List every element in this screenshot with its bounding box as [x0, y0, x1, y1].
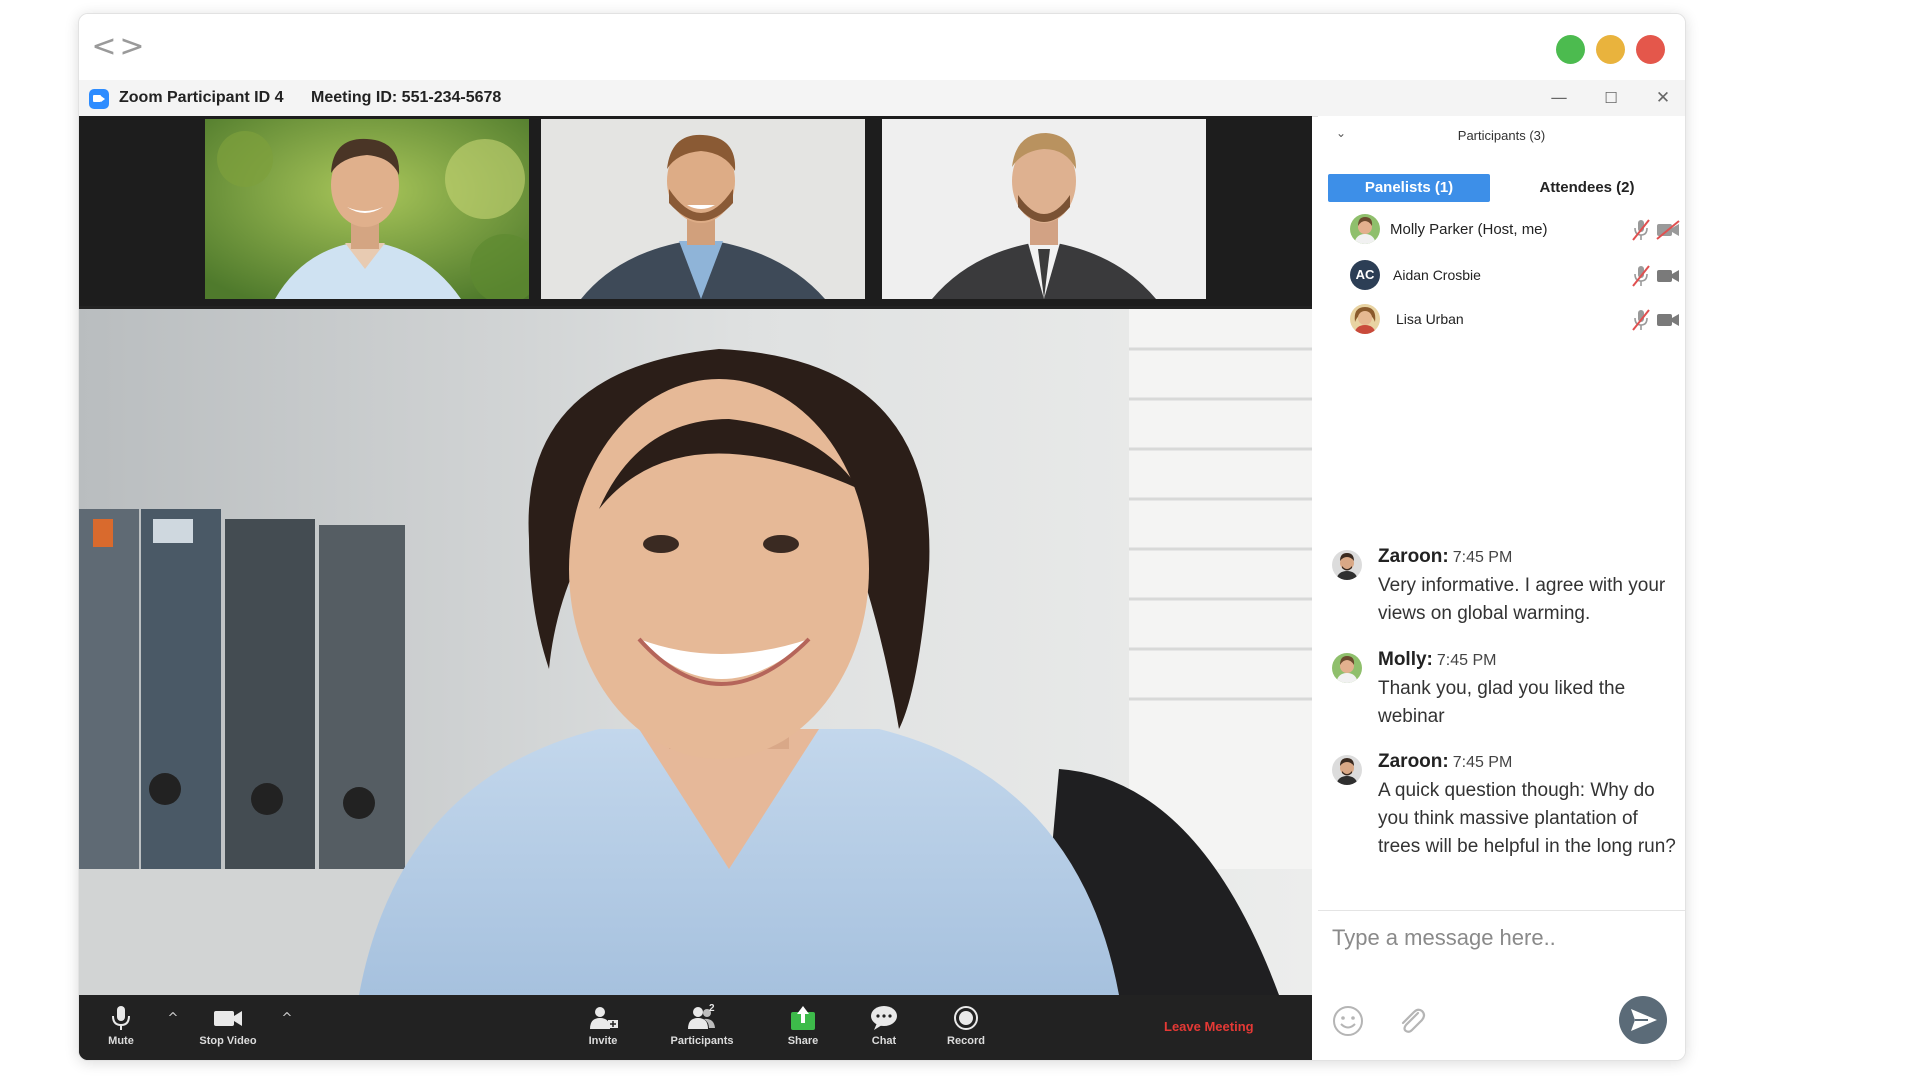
emoji-icon[interactable]	[1330, 1003, 1366, 1039]
avatar	[1350, 214, 1380, 244]
app-window: < > Zoom Participant ID 4 Meeting ID: 55…	[78, 13, 1686, 1061]
green-dot-button[interactable]	[1556, 35, 1585, 64]
app-title: Zoom Participant ID 4	[119, 89, 284, 106]
mute-label: Mute	[108, 1035, 134, 1047]
back-icon[interactable]: <	[91, 32, 117, 64]
microphone-icon	[112, 1006, 130, 1030]
yellow-dot-button[interactable]	[1596, 35, 1625, 64]
participants-count-badge: 2	[709, 1003, 715, 1014]
message-sender: Zaroon: 7:45 PM	[1378, 546, 1513, 567]
record-button[interactable]: Record	[931, 1001, 1001, 1055]
meeting-toolbar: Mute ^ Stop Video ^ Invite 2 Participant…	[79, 995, 1312, 1060]
leave-meeting-button[interactable]: Leave Meeting	[1164, 1019, 1254, 1034]
forward-icon[interactable]: >	[119, 32, 145, 64]
message-input[interactable]	[1330, 917, 1664, 959]
invite-person-icon	[590, 1007, 618, 1029]
participant-name: Lisa Urban	[1396, 311, 1464, 327]
avatar	[1350, 304, 1380, 334]
participant-video-thumbnail[interactable]	[541, 119, 865, 299]
participant-row[interactable]: AC Aidan Crosbie	[1318, 256, 1685, 296]
message-sender: Molly: 7:45 PM	[1378, 649, 1497, 670]
participant-video-thumbnail[interactable]	[882, 119, 1206, 299]
gallery-strip	[79, 116, 1312, 306]
avatar	[1332, 653, 1362, 683]
minimize-icon[interactable]: —	[1544, 84, 1574, 112]
chat-button[interactable]: Chat	[852, 1001, 916, 1055]
participant-video-thumbnail[interactable]	[205, 119, 529, 299]
invite-label: Invite	[588, 1035, 618, 1047]
message-text: A quick question though: Why do you thin…	[1378, 780, 1676, 857]
tab-attendees[interactable]: Attendees (2)	[1506, 174, 1668, 202]
active-speaker-video[interactable]	[79, 309, 1312, 995]
participants-header: ⌄ Participants (3)	[1318, 116, 1685, 156]
mic-muted-icon[interactable]	[1628, 264, 1654, 288]
mute-button[interactable]: Mute	[93, 1001, 149, 1055]
share-screen-icon	[791, 1006, 815, 1030]
message-text: Thank you, glad you liked the webinar	[1378, 678, 1626, 727]
participant-row[interactable]: Lisa Urban	[1318, 300, 1685, 340]
invite-button[interactable]: Invite	[568, 1001, 638, 1055]
message-time: 7:45 PM	[1452, 754, 1513, 771]
video-area: Mute ^ Stop Video ^ Invite 2 Participant…	[79, 116, 1312, 1060]
stop-video-button[interactable]: Stop Video	[178, 1001, 278, 1055]
video-camera-icon[interactable]	[1655, 264, 1681, 288]
share-button[interactable]: Share	[771, 1001, 835, 1055]
avatar	[1332, 550, 1362, 580]
mic-muted-icon[interactable]	[1628, 218, 1654, 242]
video-camera-icon	[214, 1011, 242, 1026]
maximize-icon[interactable]: ☐	[1596, 84, 1626, 112]
chat-bubble-icon	[871, 1006, 897, 1030]
close-icon[interactable]: ✕	[1648, 84, 1678, 112]
avatar	[1332, 755, 1362, 785]
share-label: Share	[787, 1035, 819, 1047]
chat-label: Chat	[871, 1035, 897, 1047]
participant-name: Molly Parker (Host, me)	[1390, 221, 1548, 238]
tab-panelists[interactable]: Panelists (1)	[1328, 174, 1490, 202]
record-label: Record	[947, 1035, 985, 1047]
send-icon[interactable]	[1618, 995, 1668, 1045]
participants-and-chat-panel: ⌄ Participants (3) Panelists (1) Attende…	[1318, 116, 1685, 1060]
video-off-icon[interactable]	[1655, 218, 1681, 242]
message-sender: Zaroon: 7:45 PM	[1378, 751, 1513, 772]
avatar: AC	[1350, 260, 1380, 290]
message-time: 7:45 PM	[1452, 549, 1513, 566]
stop-video-label: Stop Video	[199, 1035, 257, 1047]
mic-muted-icon[interactable]	[1628, 308, 1654, 332]
window-chrome: < >	[79, 14, 1685, 80]
video-camera-icon[interactable]	[1655, 308, 1681, 332]
message-composer	[1318, 910, 1685, 1060]
zoom-app-icon	[89, 89, 109, 109]
meeting-id: Meeting ID: 551-234-5678	[311, 89, 502, 106]
participant-row[interactable]: Molly Parker (Host, me)	[1318, 210, 1685, 250]
participants-label: Participants	[670, 1035, 734, 1047]
participants-title: Participants (3)	[1457, 128, 1546, 143]
attachment-paperclip-icon[interactable]	[1394, 1003, 1430, 1039]
participants-button[interactable]: 2 Participants	[655, 1001, 749, 1055]
record-icon	[954, 1006, 978, 1030]
message-time: 7:45 PM	[1436, 652, 1497, 669]
participant-name: Aidan Crosbie	[1393, 267, 1481, 283]
video-options-chevron-icon[interactable]: ^	[279, 1011, 295, 1029]
red-dot-button[interactable]	[1636, 35, 1665, 64]
message-text: Very informative. I agree with your view…	[1378, 575, 1666, 624]
title-bar: Zoom Participant ID 4 Meeting ID: 551-23…	[79, 80, 1685, 117]
